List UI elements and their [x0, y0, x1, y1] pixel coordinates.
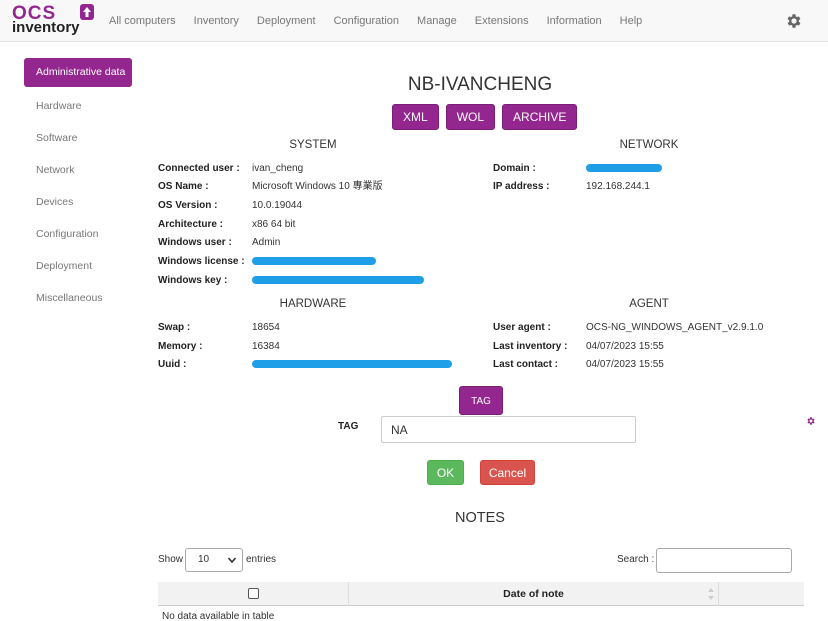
main-nav: All computers Inventory Deployment Confi…: [100, 0, 651, 42]
sidebar-item-administrative-data[interactable]: Administrative data: [24, 58, 132, 87]
notes-heading: NOTES: [455, 510, 505, 526]
redacted-value: [252, 274, 424, 288]
info-row: Uuid :: [158, 358, 478, 372]
show-label: Show: [158, 554, 184, 565]
column-header-label: Date of note: [503, 588, 564, 600]
action-buttons: XML WOL ARCHIVE: [392, 104, 578, 130]
info-label: Windows user :: [158, 237, 232, 248]
info-value: 04/07/2023 15:55: [586, 341, 664, 352]
gear-icon[interactable]: [785, 12, 803, 30]
tag-label: TAG: [338, 421, 359, 432]
search-label: Search :: [617, 554, 655, 565]
nav-manage[interactable]: Manage: [408, 0, 466, 42]
info-row: OS Version : 10.0.19044: [158, 199, 478, 213]
info-row: Memory : 16384: [158, 340, 478, 354]
entries-select[interactable]: 10: [185, 548, 243, 572]
info-row: Windows license :: [158, 255, 478, 269]
top-navbar: OCS inventory All computers Inventory De…: [0, 0, 828, 42]
info-label: Windows key :: [158, 275, 228, 286]
info-label: Domain :: [493, 163, 536, 174]
nav-configuration[interactable]: Configuration: [325, 0, 408, 42]
tag-input[interactable]: [381, 416, 636, 443]
info-row: Last inventory : 04/07/2023 15:55: [493, 340, 803, 354]
info-label: IP address :: [493, 181, 550, 192]
page-title: NB-IVANCHENG: [407, 74, 553, 95]
select-all-checkbox[interactable]: [248, 588, 259, 599]
nav-inventory[interactable]: Inventory: [185, 0, 248, 42]
entries-label: entries: [246, 554, 277, 565]
info-value: 18654: [252, 322, 280, 333]
tag-button[interactable]: TAG: [459, 386, 503, 415]
sidebar-item-devices[interactable]: Devices: [24, 186, 132, 218]
info-value: 16384: [252, 341, 280, 352]
sidebar-item-deployment[interactable]: Deployment: [24, 250, 132, 282]
info-label: Uuid :: [158, 359, 187, 370]
info-value: 10.0.19044: [252, 200, 303, 211]
nav-all-computers[interactable]: All computers: [100, 0, 185, 42]
nav-help[interactable]: Help: [611, 0, 652, 42]
wol-button[interactable]: WOL: [445, 104, 496, 130]
ok-button[interactable]: OK: [427, 460, 464, 485]
info-label: Connected user :: [158, 163, 240, 174]
table-header: Date of note: [158, 582, 804, 606]
sidebar: Administrative data Hardware Software Ne…: [24, 58, 132, 314]
info-label: Architecture :: [158, 219, 224, 230]
sidebar-item-network[interactable]: Network: [24, 154, 132, 186]
info-row: Domain :: [493, 162, 793, 176]
sidebar-item-software[interactable]: Software: [24, 122, 132, 154]
chevron-down-icon: [227, 557, 237, 564]
info-value: x86 64 bit: [252, 219, 296, 230]
select-all-column: [158, 582, 349, 606]
nav-deployment[interactable]: Deployment: [248, 0, 325, 42]
agent-heading: AGENT: [629, 298, 669, 310]
info-label: OS Name :: [158, 181, 209, 192]
info-label: Swap :: [158, 322, 191, 333]
cancel-button[interactable]: Cancel: [480, 460, 535, 485]
info-value: OCS-NG_WINDOWS_AGENT_v2.9.1.0: [586, 322, 764, 333]
info-label: Last inventory :: [493, 341, 568, 352]
info-value: 192.168.244.1: [586, 181, 650, 192]
info-row: Architecture : x86 64 bit: [158, 218, 478, 232]
info-value: 04/07/2023 15:55: [586, 359, 664, 370]
search-input[interactable]: [656, 548, 792, 573]
xml-button[interactable]: XML: [392, 104, 439, 130]
info-row: Last contact : 04/07/2023 15:55: [493, 358, 803, 372]
info-label: Last contact :: [493, 359, 559, 370]
info-value: ivan_cheng: [252, 163, 304, 174]
sidebar-item-configuration[interactable]: Configuration: [24, 218, 132, 250]
info-row: IP address : 192.168.244.1: [493, 180, 793, 194]
table-empty-message: No data available in table: [162, 611, 275, 621]
info-row: Windows user : Admin: [158, 236, 478, 250]
network-heading: NETWORK: [619, 139, 679, 151]
archive-button[interactable]: ARCHIVE: [502, 104, 578, 130]
redacted-value: [252, 255, 376, 269]
system-heading: SYSTEM: [289, 139, 337, 151]
info-row: User agent : OCS-NG_WINDOWS_AGENT_v2.9.1…: [493, 321, 803, 335]
info-label: OS Version :: [158, 200, 218, 211]
hardware-heading: HARDWARE: [279, 298, 347, 310]
info-row: OS Name : Microsoft Windows 10 專業版: [158, 180, 478, 194]
info-value: Admin: [252, 237, 281, 248]
sort-icon: [708, 588, 714, 600]
sidebar-item-miscellaneous[interactable]: Miscellaneous: [24, 282, 132, 314]
entries-select-value: 10: [198, 554, 210, 565]
sidebar-item-hardware[interactable]: Hardware: [24, 90, 132, 122]
nav-extensions[interactable]: Extensions: [466, 0, 538, 42]
info-label: User agent :: [493, 322, 551, 333]
redacted-value: [252, 358, 452, 372]
nav-information[interactable]: Information: [538, 0, 611, 42]
gear-icon[interactable]: [806, 416, 816, 426]
logo-text-inventory: inventory: [12, 19, 80, 36]
notes-table: Date of note No data available in table: [158, 582, 804, 621]
info-value: Microsoft Windows 10 專業版: [252, 181, 383, 192]
info-label: Windows license :: [158, 256, 245, 267]
info-row: Swap : 18654: [158, 321, 478, 335]
column-date-of-note[interactable]: Date of note: [349, 582, 719, 606]
info-row: Connected user : ivan_cheng: [158, 162, 478, 176]
redacted-value: [586, 162, 662, 176]
info-label: Memory :: [158, 341, 203, 352]
ocs-inventory-logo[interactable]: OCS inventory: [12, 3, 94, 37]
info-row: Windows key :: [158, 274, 478, 288]
